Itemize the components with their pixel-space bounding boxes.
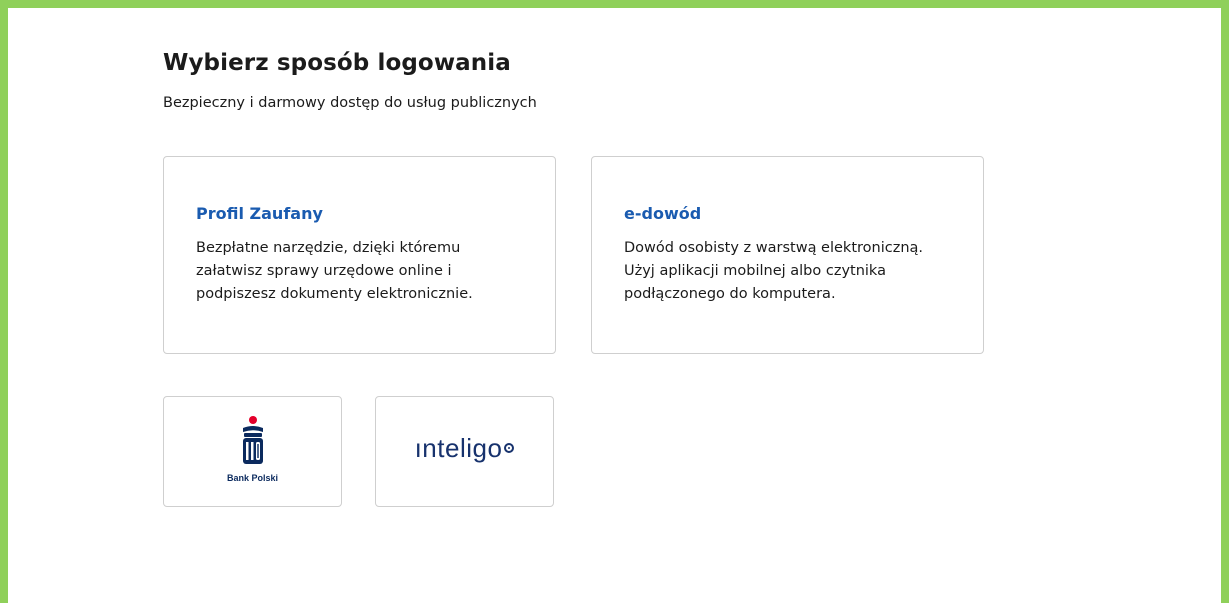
pko-bank-polski-logo-icon — [242, 416, 263, 464]
pko-bank-polski-card[interactable]: Bank Polski — [163, 396, 342, 507]
pko-bank-name: Bank Polski — [226, 473, 279, 483]
inteligo-logo-icon: ınteligo — [376, 433, 553, 464]
page-subtitle: Bezpieczny i darmowy dostęp do usług pub… — [163, 95, 537, 111]
e-dowod-description: Dowód osobisty z warstwą elektroniczną. … — [624, 240, 924, 302]
profil-zaufany-description: Bezpłatne narzędzie, dzięki któremu zała… — [196, 240, 473, 302]
inteligo-wordmark: ınteligo — [414, 433, 503, 463]
e-dowod-title[interactable]: e-dowód — [624, 204, 701, 223]
profil-zaufany-card[interactable]: Profil Zaufany Bezpłatne narzędzie, dzię… — [163, 156, 556, 354]
profil-zaufany-title[interactable]: Profil Zaufany — [196, 204, 323, 223]
page-title: Wybierz sposób logowania — [163, 50, 511, 76]
inteligo-card[interactable]: ınteligo — [375, 396, 554, 507]
e-dowod-card[interactable]: e-dowód Dowód osobisty z warstwą elektro… — [591, 156, 984, 354]
inteligo-ring-icon — [504, 443, 515, 454]
login-method-panel: Wybierz sposób logowania Bezpieczny i da… — [8, 8, 1221, 603]
